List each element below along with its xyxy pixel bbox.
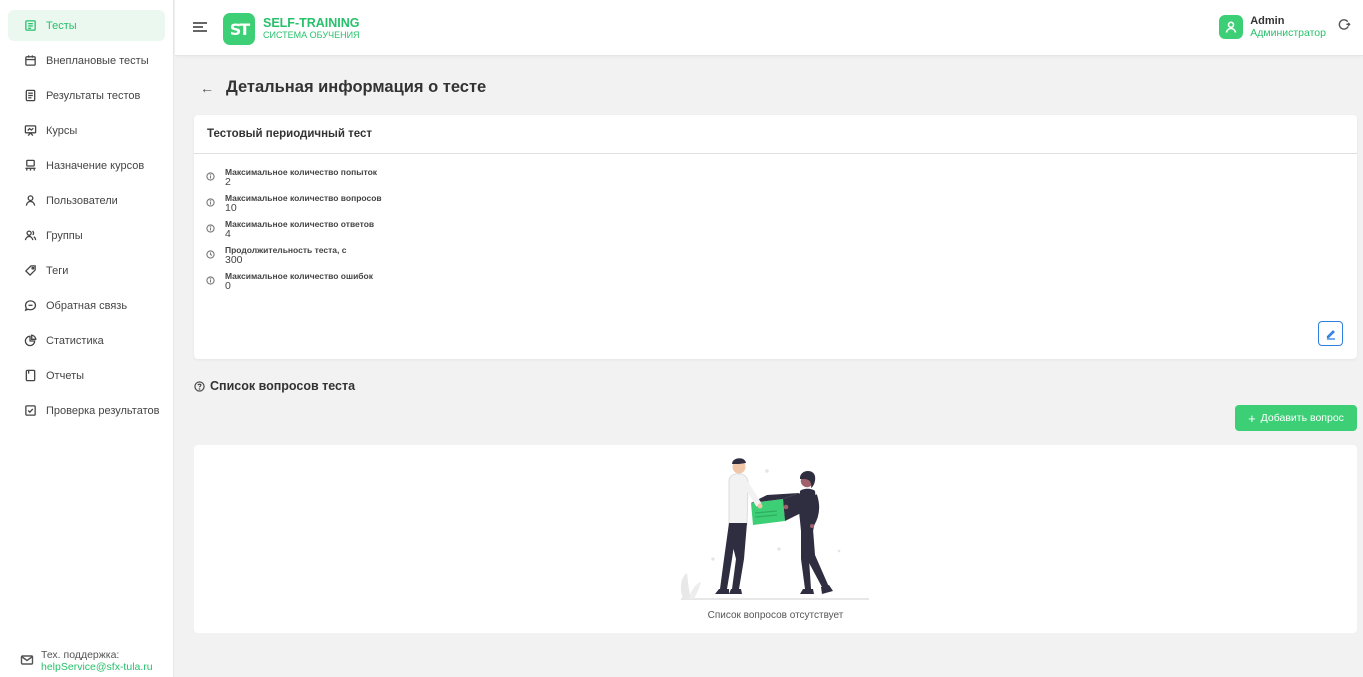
test-info-card: Тестовый периодичный тест Максимальное к… [194,115,1357,359]
page-title: Детальная информация о тесте [226,78,487,96]
logo-title: SELF-TRAINING [263,16,360,30]
question-circle-icon [194,380,205,392]
property-max-attempts: Максимальное количество попыток 2 [206,167,1357,188]
logout-icon[interactable] [1338,18,1351,36]
user-role: Администратор [1250,27,1326,39]
sidebar-item-check-results[interactable]: Проверка результатов [8,395,165,426]
sidebar-item-test-results[interactable]: Результаты тестов [8,80,165,111]
logo-subtitle: СИСТЕМА ОБУЧЕНИЯ [263,30,360,40]
test-icon [22,18,38,34]
sidebar-item-label: Теги [46,264,69,277]
sidebar-item-label: Пользователи [46,194,118,207]
mail-icon [20,653,34,670]
sidebar-item-label: Назначение курсов [46,159,145,172]
property-value: 0 [225,280,231,292]
info-icon [206,272,217,292]
sidebar-item-label: Отчеты [46,369,85,382]
questions-list-empty: Список вопросов отсутствует [194,445,1357,633]
user-icon [1225,21,1237,33]
report-icon [22,368,38,384]
property-value: 10 [225,202,237,214]
presentation-icon [22,123,38,139]
info-icon [206,194,217,214]
logo-mark: ST [223,13,255,45]
property-value: 4 [225,228,231,240]
app-logo[interactable]: ST SELF-TRAINING СИСТЕМА ОБУЧЕНИЯ [223,13,360,45]
sidebar-item-statistics[interactable]: Статистика [8,325,165,356]
support-label: Тех. поддержка: [41,649,120,661]
empty-questions-text: Список вопросов отсутствует [707,610,844,621]
support-contact: Тех. поддержка: helpService@sfx-tula.ru [20,649,153,673]
add-question-label: Добавить вопрос [1260,412,1344,424]
questions-title-text: Список вопросов теста [210,379,356,393]
add-question-button[interactable]: + Добавить вопрос [1235,405,1357,431]
sidebar-item-label: Результаты тестов [46,89,141,102]
property-label: Продолжительность теста, с [225,245,347,255]
menu-toggle-icon[interactable] [193,22,207,34]
sidebar-item-label: Внеплановые тесты [46,54,149,67]
sidebar-item-reports[interactable]: Отчеты [8,360,165,391]
top-header: ST SELF-TRAINING СИСТЕМА ОБУЧЕНИЯ Admin … [175,0,1363,56]
property-label: Максимальное количество попыток [225,167,378,177]
sidebar-item-feedback[interactable]: Обратная связь [8,290,165,321]
sidebar-item-label: Тесты [46,19,77,32]
pencil-icon [1326,329,1335,340]
sidebar: Тесты Внеплановые тесты Результаты тесто… [0,0,174,677]
pie-chart-icon [22,333,38,349]
property-label: Максимальное количество ответов [225,219,375,229]
chat-icon [22,298,38,314]
property-max-answers: Максимальное количество ответов 4 [206,219,1357,240]
user-name: Admin [1250,15,1285,27]
property-max-questions: Максимальное количество вопросов 10 [206,193,1357,214]
empty-state-illustration [680,458,869,600]
sidebar-item-label: Курсы [46,124,78,137]
sidebar-item-tags[interactable]: Теги [8,255,165,286]
checkbox-icon [22,403,38,419]
property-duration: Продолжительность теста, с 300 [206,245,1357,266]
sidebar-item-users[interactable]: Пользователи [8,185,165,216]
clock-icon [206,246,217,266]
test-properties: Максимальное количество попыток 2 Максима… [194,154,1357,292]
sidebar-item-groups[interactable]: Группы [8,220,165,251]
sidebar-item-label: Обратная связь [46,299,128,312]
groups-icon [22,228,38,244]
sidebar-item-label: Группы [46,229,83,242]
property-label: Максимальное количество ошибок [225,271,374,281]
sidebar-item-label: Статистика [46,334,104,347]
info-icon [206,168,217,188]
sidebar-item-tests[interactable]: Тесты [8,10,165,41]
sidebar-item-unplanned-tests[interactable]: Внеплановые тесты [8,45,165,76]
sidebar-item-course-assignment[interactable]: Назначение курсов [8,150,165,181]
plus-icon: + [1248,410,1256,426]
avatar[interactable] [1219,15,1244,39]
users-icon [22,193,38,209]
property-value: 2 [225,176,231,188]
property-label: Максимальное количество вопросов [225,193,382,203]
property-value: 300 [225,254,243,266]
questions-section-title: Список вопросов теста [194,379,355,393]
back-arrow-icon[interactable]: ← [200,80,214,96]
page-header: ← Детальная информация о тесте [200,78,486,97]
user-menu: Admin Администратор [1219,15,1351,39]
property-max-errors: Максимальное количество ошибок 0 [206,271,1357,292]
edit-test-button[interactable] [1318,321,1343,346]
sidebar-item-courses[interactable]: Курсы [8,115,165,146]
calendar-icon [22,53,38,69]
sidebar-menu: Тесты Внеплановые тесты Результаты тесто… [0,0,173,426]
results-icon [22,88,38,104]
assign-icon [22,158,38,174]
sidebar-item-label: Проверка результатов [46,404,160,417]
tag-icon [22,263,38,279]
info-icon [206,220,217,240]
test-name: Тестовый периодичный тест [194,115,1357,154]
support-email-link[interactable]: helpService@sfx-tula.ru [41,661,153,673]
